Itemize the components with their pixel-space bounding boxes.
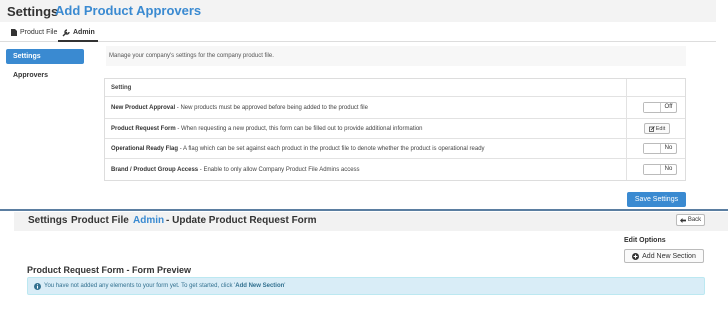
breadcrumb-product-file: Product File bbox=[71, 215, 129, 226]
table-header: Setting bbox=[105, 79, 685, 97]
intro-text: Manage your company's settings for the c… bbox=[106, 46, 686, 66]
operational-ready-toggle[interactable]: No bbox=[643, 143, 677, 154]
setting-description: New Product Approval - New products must… bbox=[111, 104, 368, 111]
section-divider bbox=[0, 209, 728, 211]
page-title: Settings bbox=[7, 4, 59, 19]
wrench-icon bbox=[62, 28, 70, 36]
breadcrumb-settings: Settings bbox=[28, 215, 68, 226]
form-preview-title: Product Request Form - Form Preview bbox=[27, 265, 192, 275]
sidebar-item-approvers[interactable]: Approvers bbox=[6, 68, 84, 83]
tab-divider bbox=[0, 41, 716, 42]
setting-description: Operational Ready Flag - A flag which ca… bbox=[111, 145, 485, 152]
add-new-section-button[interactable]: Add New Section bbox=[624, 249, 704, 263]
breadcrumb-admin[interactable]: Admin bbox=[133, 215, 164, 226]
table-row: Brand / Product Group Access - Enable to… bbox=[105, 159, 685, 180]
sidebar-item-settings[interactable]: Settings bbox=[6, 49, 84, 64]
info-text: You have not added any elements to your … bbox=[44, 283, 286, 289]
info-alert: You have not added any elements to your … bbox=[27, 277, 705, 295]
tab-product-file[interactable]: Product File bbox=[11, 25, 57, 40]
new-product-approval-toggle[interactable]: Off bbox=[643, 102, 677, 113]
tab-label: Admin bbox=[73, 29, 95, 36]
column-header-setting: Setting bbox=[111, 84, 132, 91]
plus-circle-icon bbox=[632, 252, 640, 260]
save-settings-button[interactable]: Save Settings bbox=[627, 192, 686, 207]
tab-admin[interactable]: Admin bbox=[62, 25, 95, 40]
tab-label: Product File bbox=[20, 29, 58, 36]
page-title-2: - Update Product Request Form bbox=[166, 215, 317, 226]
page-subtitle: Add Product Approvers bbox=[55, 3, 202, 18]
back-button[interactable]: Back bbox=[676, 214, 705, 226]
arrow-left-icon bbox=[679, 217, 686, 223]
edit-icon bbox=[648, 125, 655, 132]
info-icon bbox=[34, 282, 41, 290]
tab-active-indicator bbox=[58, 40, 98, 42]
edit-form-button[interactable]: Edit bbox=[644, 123, 670, 134]
table-row: New Product Approval - New products must… bbox=[105, 97, 685, 119]
setting-description: Product Request Form - When requesting a… bbox=[111, 125, 423, 132]
edit-options-heading: Edit Options bbox=[624, 237, 666, 244]
brand-group-access-toggle[interactable]: No bbox=[643, 164, 677, 175]
setting-description: Brand / Product Group Access - Enable to… bbox=[111, 166, 360, 173]
file-icon bbox=[11, 29, 17, 36]
settings-table: Setting New Product Approval - New produ… bbox=[104, 78, 686, 181]
table-row: Operational Ready Flag - A flag which ca… bbox=[105, 139, 685, 159]
table-row: Product Request Form - When requesting a… bbox=[105, 119, 685, 139]
